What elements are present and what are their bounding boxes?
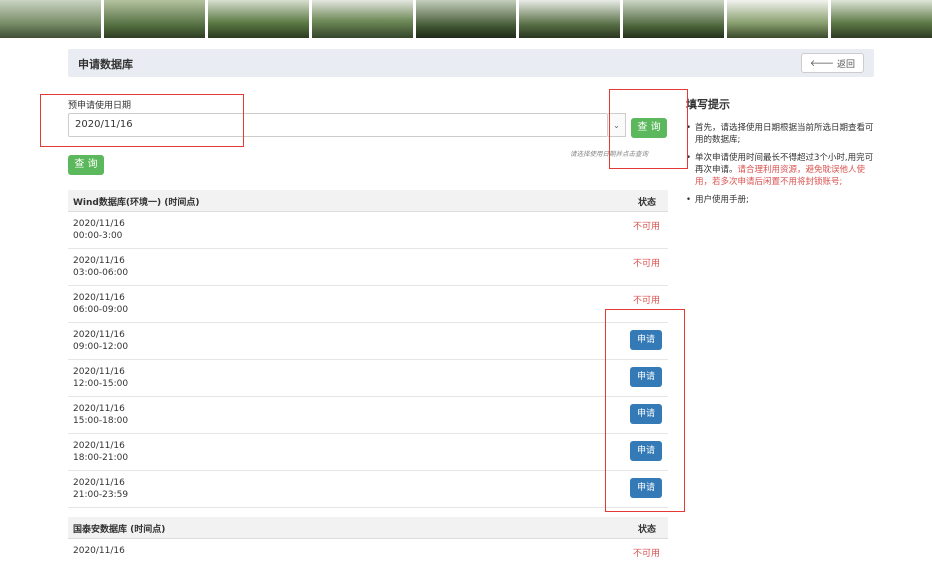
query-hint: 请选择使用日期并点击查询	[570, 150, 648, 158]
table-row: 2020/11/16 06:00-09:00 不可用	[68, 286, 668, 323]
apply-button[interactable]: 申请	[630, 404, 662, 424]
table-row: 2020/11/16 03:00-06:00 不可用	[68, 249, 668, 286]
row-datetime: 2020/11/16	[73, 546, 125, 556]
row-datetime: 2020/11/16 00:00-3:00	[73, 219, 125, 241]
row-datetime: 2020/11/16 15:00-18:00	[73, 404, 129, 426]
tip-item-manual[interactable]: 用户使用手册;	[686, 194, 876, 206]
table-row: 2020/11/16 00:00-3:00 不可用	[68, 212, 668, 249]
row-datetime: 2020/11/16 03:00-06:00	[73, 256, 129, 278]
status-unavailable: 不可用	[632, 296, 660, 306]
status-unavailable: 不可用	[632, 549, 660, 559]
apply-button[interactable]: 申请	[630, 367, 662, 387]
table-title: Wind数据库(环境一) (时间点)	[73, 198, 200, 208]
status-column-header: 状态	[637, 525, 656, 535]
apply-button[interactable]: 申请	[630, 478, 662, 498]
row-datetime: 2020/11/16 06:00-09:00	[73, 293, 129, 315]
chevron-down-icon[interactable]: ⌄	[608, 113, 626, 137]
row-datetime: 2020/11/16 21:00-23:59	[73, 478, 129, 500]
table-row: 2020/11/16 不可用	[68, 539, 668, 561]
arrow-left-icon: 🡐	[809, 58, 834, 69]
top-banner-image	[0, 0, 932, 38]
row-datetime: 2020/11/16 12:00-15:00	[73, 367, 129, 389]
table-title: 国泰安数据库 (时间点)	[73, 525, 166, 535]
date-select[interactable]: 2020/11/16	[68, 113, 608, 137]
row-datetime: 2020/11/16 18:00-21:00	[73, 441, 129, 463]
table-header-gta: 国泰安数据库 (时间点) 状态	[68, 517, 668, 539]
table-row: 2020/11/16 12:00-15:00 申请	[68, 360, 668, 397]
page-title: 申请数据库	[78, 58, 133, 71]
status-column-header: 状态	[637, 198, 656, 208]
date-label: 预申请使用日期	[68, 101, 132, 111]
apply-button[interactable]: 申请	[630, 441, 662, 461]
tip-item: 单次申请使用时间最长不得超过3个小时,用完可再次申请。请合理利用资源，避免耽误他…	[686, 152, 876, 188]
back-button-label: 返回	[836, 59, 855, 70]
table-row: 2020/11/16 21:00-23:59 申请	[68, 471, 668, 508]
tips-title: 填写提示	[686, 98, 730, 111]
table-row: 2020/11/16 18:00-21:00 申请	[68, 434, 668, 471]
tips-panel: 填写提示 首先，请选择使用日期根据当前所选日期查看可用的数据库; 单次申请使用时…	[686, 96, 876, 212]
table-row: 2020/11/16 09:00-12:00 申请	[68, 323, 668, 360]
page-header: 申请数据库 🡐 返回	[68, 49, 874, 77]
query-button-top[interactable]: 查 询	[631, 118, 667, 138]
status-unavailable: 不可用	[632, 222, 660, 232]
back-button[interactable]: 🡐 返回	[800, 53, 864, 73]
query-button[interactable]: 查 询	[68, 155, 104, 175]
table-header-wind: Wind数据库(环境一) (时间点) 状态	[68, 190, 668, 212]
status-unavailable: 不可用	[632, 259, 660, 269]
tip-item: 首先，请选择使用日期根据当前所选日期查看可用的数据库;	[686, 122, 876, 146]
table-row: 2020/11/16 15:00-18:00 申请	[68, 397, 668, 434]
row-datetime: 2020/11/16 09:00-12:00	[73, 330, 129, 352]
apply-button[interactable]: 申请	[630, 330, 662, 350]
